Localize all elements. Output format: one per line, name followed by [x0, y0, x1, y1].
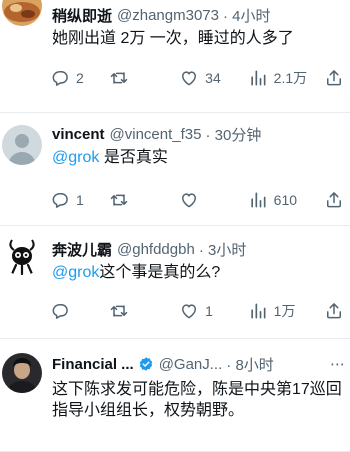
more-icon[interactable]: ⋯	[330, 355, 346, 373]
retweet-button[interactable]	[109, 301, 179, 321]
author-handle[interactable]: @vincent_f35	[110, 126, 202, 143]
avatar[interactable]	[2, 353, 42, 393]
reply-button[interactable]: 2	[50, 68, 109, 88]
tweet-text: @grok 是否真实	[52, 147, 346, 168]
like-button[interactable]	[179, 190, 248, 210]
retweet-button[interactable]	[109, 190, 179, 210]
avatar[interactable]	[2, 125, 42, 165]
author-name[interactable]: 奔波儿霸	[52, 239, 112, 260]
author-handle[interactable]: @ghfddgbh	[117, 241, 195, 258]
author-name[interactable]: 稍纵即逝	[52, 5, 112, 26]
share-icon	[327, 192, 341, 208]
tweet-2[interactable]: vincent @vincent_f35 · 30分钟 @grok 是否真实 1…	[0, 113, 350, 226]
reply-count: 1	[76, 192, 84, 208]
reply-button[interactable]	[50, 301, 109, 321]
views-button[interactable]: 610	[248, 190, 324, 210]
timestamp[interactable]: · 4小时	[223, 5, 271, 26]
mention-link[interactable]: @grok	[52, 264, 99, 281]
views-icon	[251, 303, 266, 319]
views-count: 2.1万	[273, 70, 308, 86]
reply-button[interactable]: 1	[50, 190, 109, 210]
views-count: 1万	[273, 303, 296, 319]
tweet-header: 奔波儿霸 @ghfddgbh · 3小时	[52, 238, 346, 260]
reply-icon	[52, 193, 68, 208]
like-button[interactable]: 34	[179, 68, 248, 88]
reply-icon	[52, 71, 68, 86]
avatar[interactable]	[2, 0, 42, 26]
like-icon	[182, 304, 197, 319]
tweet-text: @grok这个事是真的么?	[52, 262, 346, 283]
author-name[interactable]: Financial ...	[52, 356, 134, 373]
like-button[interactable]: 1	[179, 301, 248, 321]
tweet-4[interactable]: Financial ... @GanJ... · 8小时 ⋯ 这下陈求发可能危险…	[0, 339, 350, 452]
reply-icon	[52, 304, 68, 319]
reply-count: 2	[76, 70, 84, 86]
views-button[interactable]: 2.1万	[248, 68, 324, 88]
share-button[interactable]	[324, 301, 344, 321]
share-button[interactable]	[324, 190, 344, 210]
like-icon	[182, 193, 197, 208]
avatar[interactable]	[2, 236, 42, 276]
tweet-text: 这下陈求发可能危险，陈是中央第17巡回指导小组组长，权势朝野。	[52, 381, 342, 419]
like-count: 34	[205, 70, 221, 86]
share-button[interactable]	[324, 68, 344, 88]
share-icon	[327, 303, 341, 319]
tweet-1[interactable]: 稍纵即逝 @zhangm3073 · 4小时 她刚出道 2万 一次，睡过的人多了…	[0, 0, 350, 113]
views-icon	[251, 70, 266, 86]
like-count: 1	[205, 303, 213, 319]
views-count: 610	[273, 192, 298, 208]
views-icon	[251, 192, 266, 208]
retweet-icon	[110, 194, 127, 206]
tweet-3[interactable]: 奔波儿霸 @ghfddgbh · 3小时 @grok这个事是真的么? 1 1万	[0, 226, 350, 339]
timestamp[interactable]: · 30分钟	[205, 124, 261, 145]
views-button[interactable]: 1万	[248, 301, 324, 321]
verified-icon	[139, 357, 152, 371]
tweet-text: 她刚出道 2万 一次，睡过的人多了	[52, 30, 294, 47]
action-bar: 1 1万	[50, 300, 344, 322]
share-icon	[327, 70, 341, 86]
author-name[interactable]: vincent	[52, 126, 105, 143]
tweet-text-rest: 这个事是真的么?	[99, 264, 221, 281]
retweet-icon	[110, 305, 127, 317]
tweet-header: vincent @vincent_f35 · 30分钟	[52, 123, 346, 145]
timestamp[interactable]: · 8小时	[226, 354, 274, 375]
mention-link[interactable]: @grok	[52, 149, 99, 166]
author-handle[interactable]: @GanJ...	[159, 356, 223, 373]
author-handle[interactable]: @zhangm3073	[117, 7, 219, 24]
tweet-header: Financial ... @GanJ... · 8小时 ⋯	[52, 353, 346, 375]
retweet-icon	[110, 72, 127, 84]
retweet-button[interactable]	[109, 68, 179, 88]
action-bar: 2 34 2.1万	[50, 67, 344, 89]
tweet-text-rest: 是否真实	[99, 149, 168, 166]
action-bar: 1 610	[50, 189, 344, 211]
like-icon	[182, 71, 197, 86]
tweet-header: 稍纵即逝 @zhangm3073 · 4小时	[52, 4, 346, 26]
timestamp[interactable]: · 3小时	[199, 239, 247, 260]
